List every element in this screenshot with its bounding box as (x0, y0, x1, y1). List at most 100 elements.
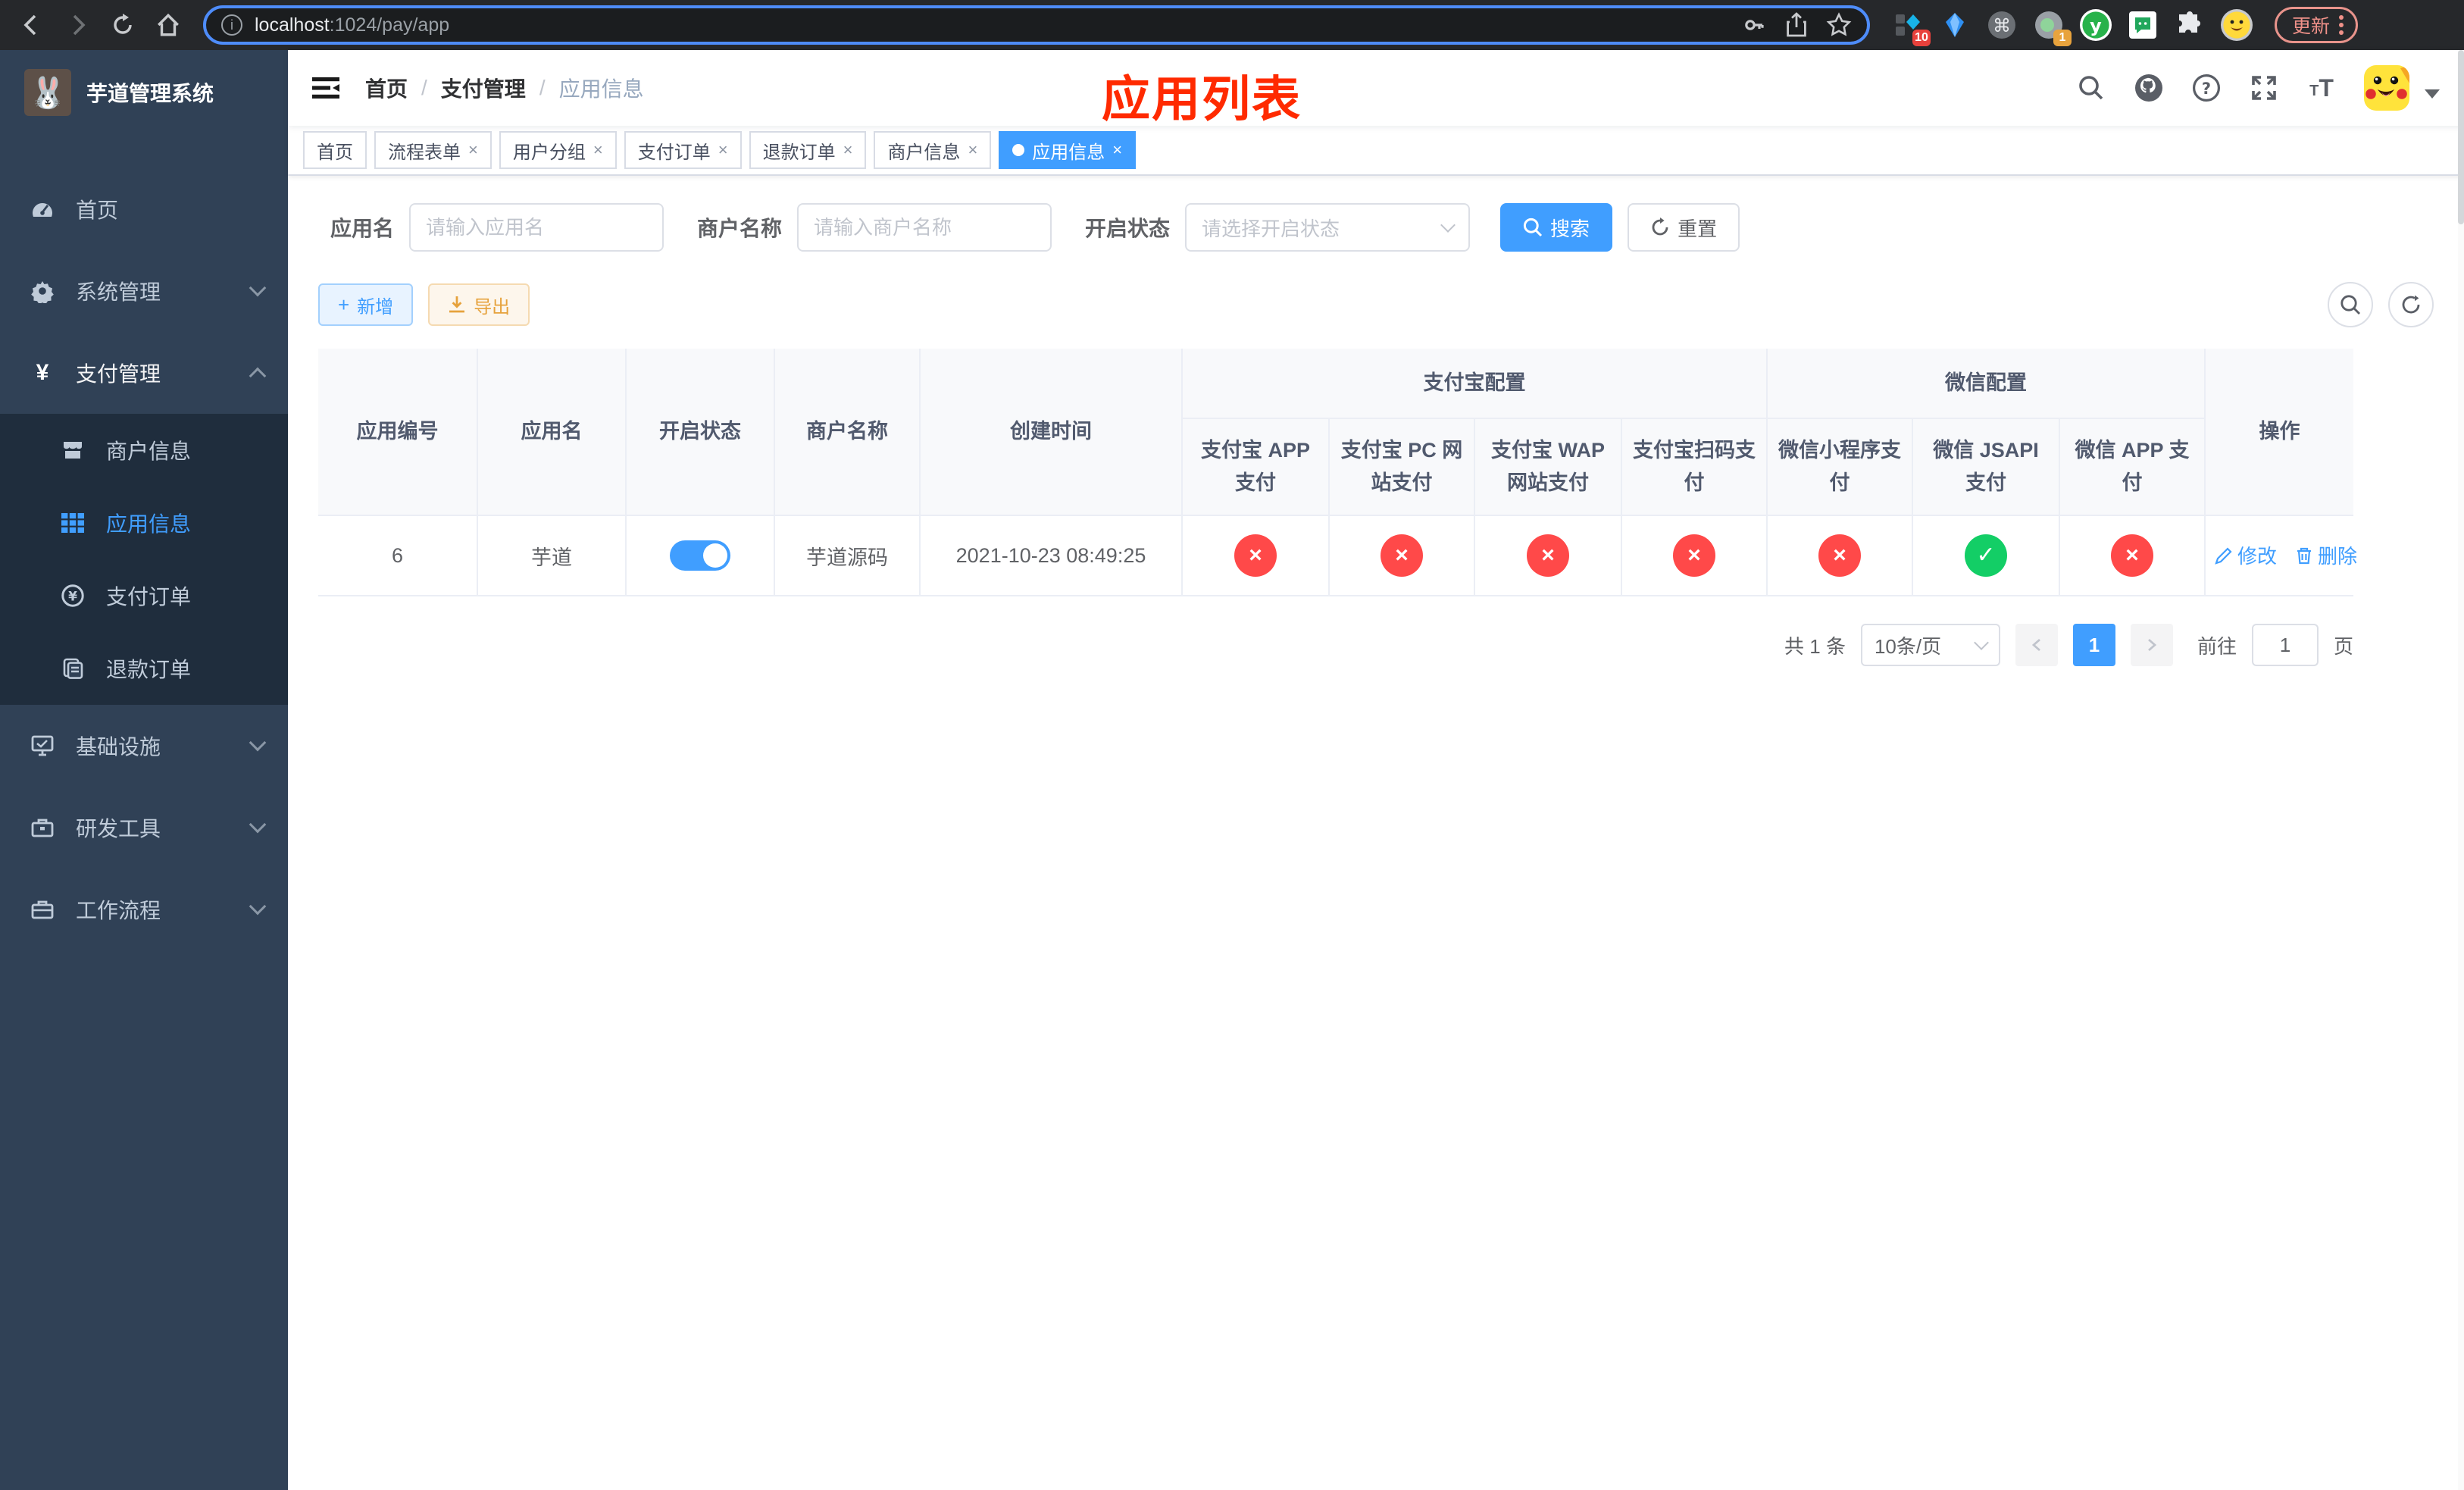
table-toolbar: + 新增 导出 (318, 282, 2434, 327)
tab-pay-order[interactable]: 支付订单 × (624, 131, 742, 169)
alipay-app-status-icon: × (1234, 534, 1277, 577)
menu-kebab-icon[interactable] (2339, 15, 2344, 35)
sidebar-item-payment[interactable]: ¥ 支付管理 (0, 332, 288, 414)
chat-extension-icon[interactable] (2126, 8, 2159, 42)
extension-badge: 1 (2053, 30, 2072, 46)
sidebar-item-workflow[interactable]: 工作流程 (0, 869, 288, 950)
breadcrumb-home[interactable]: 首页 (365, 73, 408, 103)
font-size-icon[interactable]: TT (2306, 73, 2337, 103)
filter-form: 应用名 商户名称 开启状态 请选择开启状态 搜索 重置 (318, 203, 2434, 252)
toggle-search-icon[interactable] (2328, 282, 2373, 327)
sidebar-item-refund-order[interactable]: 退款订单 (0, 632, 288, 705)
command-extension-icon[interactable]: ⌘ (1985, 8, 2018, 42)
extension-strip: 10 ⌘ 1 y (1891, 8, 2253, 46)
sidebar-item-merchant-info[interactable]: 商户信息 (0, 414, 288, 487)
tab-home[interactable]: 首页 (303, 131, 367, 169)
sidebar-item-pay-order[interactable]: ¥ 支付订单 (0, 559, 288, 632)
group-wechat-config: 微信配置 (1765, 349, 2206, 419)
back-icon[interactable] (12, 5, 52, 45)
help-icon[interactable]: ? (2191, 73, 2222, 103)
close-icon[interactable]: × (968, 140, 977, 160)
chevron-down-icon (249, 279, 267, 297)
url-text[interactable]: localhost:1024/pay/app (255, 14, 1729, 36)
cell-status (626, 515, 775, 596)
document-icon (61, 656, 85, 681)
briefcase-icon (30, 897, 55, 922)
sidebar-item-system[interactable]: 系统管理 (0, 250, 288, 332)
sidebar-item-dev-tools[interactable]: 研发工具 (0, 787, 288, 869)
svg-text:⌘: ⌘ (1993, 15, 2011, 36)
profile-avatar-icon[interactable] (2220, 8, 2253, 42)
status-label: 开启状态 (1085, 217, 1171, 240)
gem-extension-icon[interactable] (1938, 8, 1972, 42)
monitor-icon (30, 734, 55, 758)
reset-button[interactable]: 重置 (1628, 203, 1740, 252)
tab-user-group[interactable]: 用户分组 × (499, 131, 617, 169)
extensions-puzzle-icon[interactable] (2173, 8, 2206, 42)
close-icon[interactable]: × (468, 140, 478, 160)
reload-icon[interactable] (103, 5, 142, 45)
add-button[interactable]: + 新增 (318, 283, 414, 326)
browser-toolbar: i localhost:1024/pay/app 10 ⌘ 1 y 更新 (0, 0, 2464, 50)
col-app-name: 应用名 (477, 349, 627, 516)
enabled-toggle[interactable] (670, 540, 730, 571)
browser-update-button[interactable]: 更新 (2275, 7, 2359, 43)
close-icon[interactable]: × (843, 140, 853, 160)
forward-icon[interactable] (58, 5, 97, 45)
star-icon[interactable] (1826, 12, 1852, 38)
cell-app-name: 芋道 (477, 515, 627, 596)
next-page-button[interactable] (2130, 624, 2173, 666)
key-icon[interactable] (1741, 12, 1767, 38)
goto-page-input[interactable] (2251, 624, 2319, 666)
github-icon[interactable] (2134, 73, 2164, 103)
col-alipay-app: 支付宝 APP 支付 (1182, 418, 1330, 516)
scrollbar[interactable] (2458, 50, 2464, 1490)
tab-process-form[interactable]: 流程表单 × (374, 131, 492, 169)
sidebar-logo[interactable]: 🐰 芋道管理系统 (0, 50, 288, 135)
prev-page-button[interactable] (2015, 624, 2058, 666)
delete-button[interactable]: 删除 (2295, 541, 2357, 569)
tab-merchant-info[interactable]: 商户信息 × (874, 131, 992, 169)
app-name-input[interactable] (409, 203, 664, 252)
close-icon[interactable]: × (718, 140, 728, 160)
sidebar-collapse-icon[interactable] (311, 73, 341, 103)
adblock-extension-icon[interactable]: 10 (1891, 8, 1931, 46)
page-number-button[interactable]: 1 (2072, 624, 2115, 666)
sidebar-item-home[interactable]: 首页 (0, 168, 288, 250)
search-button[interactable]: 搜索 (1500, 203, 1613, 252)
share-icon[interactable] (1785, 12, 1808, 38)
recorder-extension-icon[interactable]: 1 (2032, 8, 2072, 46)
home-icon[interactable] (149, 5, 188, 45)
search-icon[interactable] (2076, 73, 2106, 103)
svg-text:¥: ¥ (68, 590, 77, 605)
info-icon[interactable]: i (221, 14, 242, 36)
fullscreen-icon[interactable] (2249, 73, 2279, 103)
chevron-down-icon (249, 815, 267, 834)
user-avatar[interactable] (2364, 65, 2409, 111)
cell-app-id: 6 (318, 515, 478, 596)
address-bar[interactable]: i localhost:1024/pay/app (203, 5, 1870, 45)
goto-suffix: 页 (2333, 634, 2353, 658)
refresh-icon[interactable] (2388, 282, 2434, 327)
edit-button[interactable]: 修改 (2215, 541, 2277, 569)
tab-app-info[interactable]: 应用信息 × (999, 131, 1137, 169)
tab-refund-order[interactable]: 退款订单 × (749, 131, 867, 169)
col-merchant: 商户名称 (774, 349, 921, 516)
scrollbar-thumb[interactable] (2458, 50, 2464, 224)
export-button[interactable]: 导出 (428, 283, 530, 326)
y-extension-icon[interactable]: y (2079, 8, 2112, 42)
col-app-id: 应用编号 (318, 349, 478, 516)
status-select[interactable]: 请选择开启状态 (1185, 203, 1471, 252)
avatar-dropdown-caret[interactable] (2425, 89, 2440, 99)
sidebar-item-app-info[interactable]: 应用信息 (0, 487, 288, 559)
close-icon[interactable]: × (593, 140, 603, 160)
grid-icon (61, 511, 85, 535)
dashboard-icon (30, 197, 55, 221)
breadcrumb-payment[interactable]: 支付管理 (441, 73, 526, 103)
sidebar-item-infrastructure[interactable]: 基础设施 (0, 705, 288, 787)
col-alipay-pc: 支付宝 PC 网站支付 (1328, 418, 1475, 516)
close-icon[interactable]: × (1112, 140, 1122, 160)
app-table: 应用编号 应用名 开启状态 商户名称 创建时间 支付宝配置 微信配置 操作 支付… (318, 349, 2357, 596)
merchant-name-input[interactable] (797, 203, 1052, 252)
page-size-select[interactable]: 10条/页 (1860, 624, 2000, 666)
